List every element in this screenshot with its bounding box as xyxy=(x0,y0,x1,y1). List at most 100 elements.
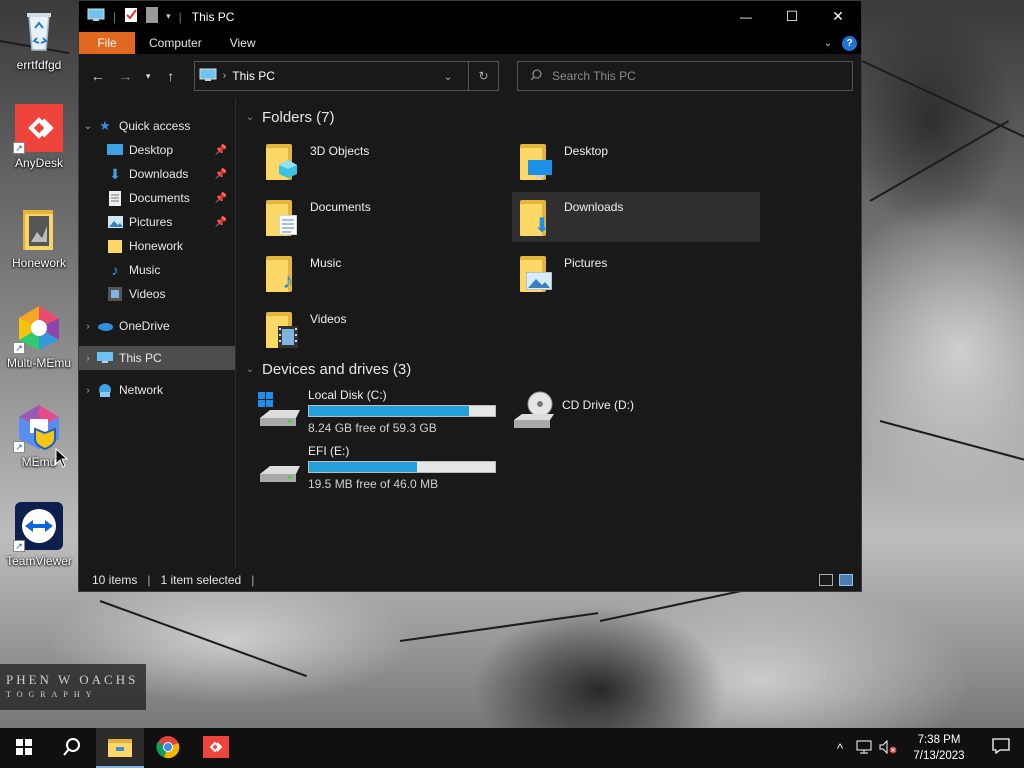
clock-date: 7/13/2023 xyxy=(913,750,965,762)
new-folder-icon[interactable] xyxy=(146,7,159,26)
start-button[interactable] xyxy=(0,728,48,768)
nav-documents[interactable]: Documents 📌 xyxy=(79,186,235,210)
minimize-button[interactable]: — xyxy=(723,1,769,32)
address-dropdown-chevron-icon[interactable]: ⌄ xyxy=(434,70,462,83)
folder-music[interactable]: ♪ Music xyxy=(258,248,512,298)
tab-computer[interactable]: Computer xyxy=(135,32,216,54)
close-button[interactable]: ✕ xyxy=(815,1,861,32)
large-icons-view-icon[interactable] xyxy=(839,574,853,586)
music-note-icon: ♪ xyxy=(111,262,119,278)
search-box[interactable]: Search This PC xyxy=(516,61,853,91)
desktop-icon-teamviewer[interactable]: ↗ TeamViewer xyxy=(1,502,77,568)
forward-button[interactable]: → xyxy=(115,65,137,87)
network-icon xyxy=(97,382,113,398)
nav-onedrive[interactable]: › OneDrive xyxy=(79,314,235,338)
title-bar[interactable]: | ▾ | This PC — ☐ ✕ xyxy=(79,1,861,32)
refresh-icon[interactable]: ↻ xyxy=(467,62,498,90)
desktop-icon-recycle-bin[interactable]: errtfdfgd xyxy=(1,6,77,72)
taskbar-anydesk[interactable] xyxy=(192,728,240,768)
recent-locations-button[interactable]: ▾ xyxy=(142,65,154,87)
desktop-icon-anydesk[interactable]: ↗ AnyDesk xyxy=(1,104,77,170)
tab-view[interactable]: View xyxy=(216,32,270,54)
nav-this-pc[interactable]: › This PC xyxy=(79,346,235,370)
desktop-icon-multi-memu[interactable]: ↗ Multi-MEmu xyxy=(1,304,77,370)
file-explorer-window: | ▾ | This PC — ☐ ✕ File Computer View ⌄… xyxy=(78,0,862,592)
collapsed-chevron-icon[interactable]: › xyxy=(79,353,97,364)
folder-downloads[interactable]: ⬇ Downloads xyxy=(512,192,760,242)
taskbar-file-explorer[interactable] xyxy=(96,728,144,768)
nav-videos[interactable]: Videos xyxy=(79,282,235,306)
desktop-icon-honework[interactable]: Honework xyxy=(1,204,77,270)
folder-3d-objects[interactable]: 3D Objects xyxy=(258,136,512,186)
collapsed-chevron-icon[interactable]: › xyxy=(79,385,97,396)
pin-icon: 📌 xyxy=(214,192,227,204)
nav-label: Downloads xyxy=(129,167,189,181)
address-field[interactable]: › This PC ⌄ ↻ xyxy=(193,61,499,91)
maximize-button[interactable]: ☐ xyxy=(769,1,815,32)
folders-group-header[interactable]: ⌄ Folders (7) xyxy=(244,106,861,128)
3d-objects-folder-icon xyxy=(262,140,302,180)
taskbar-chrome[interactable] xyxy=(144,728,192,768)
up-button[interactable]: ↑ xyxy=(160,65,182,87)
drive-local-disk-c[interactable]: Local Disk (C:) 8.24 GB free of 59.3 GB xyxy=(258,386,512,438)
drive-free-space: 19.5 MB free of 46.0 MB xyxy=(308,477,439,491)
nav-desktop[interactable]: Desktop 📌 xyxy=(79,138,235,162)
multi-memu-icon: ↗ xyxy=(13,304,63,354)
folder-name: Videos xyxy=(310,312,347,326)
group-chevron-icon[interactable]: ⌄ xyxy=(244,112,256,123)
folder-name: 3D Objects xyxy=(310,144,370,158)
search-button[interactable] xyxy=(48,728,96,768)
drive-cd-d[interactable]: CD Drive (D:) xyxy=(512,386,766,438)
nav-network[interactable]: › Network xyxy=(79,378,235,402)
group-chevron-icon[interactable]: ⌄ xyxy=(244,364,256,375)
nav-downloads[interactable]: ⬇ Downloads 📌 xyxy=(79,162,235,186)
expand-ribbon-chevron-icon[interactable]: ⌄ xyxy=(824,38,832,49)
customize-qa-chevron-icon[interactable]: ▾ xyxy=(166,11,171,22)
notifications-icon xyxy=(992,738,1010,758)
drive-efi-e[interactable]: EFI (E:) 19.5 MB free of 46.0 MB xyxy=(258,442,512,494)
forward-arrow-icon: → xyxy=(118,68,133,84)
properties-icon[interactable] xyxy=(124,7,138,26)
this-pc-icon xyxy=(97,350,113,366)
breadcrumb-chevron-icon[interactable]: › xyxy=(223,70,227,82)
pin-icon: 📌 xyxy=(214,144,227,156)
expanded-chevron-icon[interactable]: ⌄ xyxy=(79,121,97,132)
folder-pictures[interactable]: Pictures xyxy=(512,248,766,298)
this-pc-icon xyxy=(199,68,217,85)
folder-desktop[interactable]: Desktop xyxy=(512,136,766,186)
status-bar: 10 items | 1 item selected | xyxy=(79,569,861,591)
breadcrumb-this-pc[interactable]: This PC xyxy=(232,69,275,83)
collapsed-chevron-icon[interactable]: › xyxy=(79,321,97,332)
nav-honework[interactable]: Honework xyxy=(79,234,235,258)
back-button[interactable]: ← xyxy=(87,65,109,87)
folder-name: Documents xyxy=(310,200,371,214)
up-arrow-icon: ↑ xyxy=(167,68,175,84)
action-center-button[interactable] xyxy=(978,738,1024,758)
pin-icon: 📌 xyxy=(214,168,227,180)
download-arrow-icon: ⬇ xyxy=(109,165,121,182)
item-count: 10 items xyxy=(92,573,138,587)
help-icon[interactable]: ? xyxy=(842,35,857,51)
nav-label: This PC xyxy=(119,351,162,365)
drive-icon xyxy=(258,444,302,488)
tab-file[interactable]: File xyxy=(79,32,135,54)
nav-quick-access[interactable]: ⌄ ★ Quick access xyxy=(79,114,235,138)
clock[interactable]: 7:38 PM 7/13/2023 xyxy=(900,732,978,764)
volume-muted-icon[interactable] xyxy=(876,739,900,757)
folder-name: Music xyxy=(310,256,342,270)
folder-videos[interactable]: Videos xyxy=(258,304,512,354)
mouse-cursor-icon xyxy=(55,448,69,468)
photographer-watermark: PHEN W OACHS TOGRAPHY xyxy=(0,664,146,710)
close-icon: ✕ xyxy=(832,8,844,24)
folder-documents[interactable]: Documents xyxy=(258,192,512,242)
network-icon[interactable] xyxy=(852,740,876,757)
file-explorer-icon xyxy=(108,737,132,760)
details-view-icon[interactable] xyxy=(819,574,833,586)
nav-pictures[interactable]: Pictures 📌 xyxy=(79,210,235,234)
chrome-icon xyxy=(156,735,180,762)
nav-music[interactable]: ♪ Music xyxy=(79,258,235,282)
drives-group-header[interactable]: ⌄ Devices and drives (3) xyxy=(244,358,861,380)
windows-logo-icon xyxy=(16,738,32,758)
show-hidden-icons-chevron-icon[interactable]: ^ xyxy=(828,741,852,756)
group-title: Folders (7) xyxy=(262,108,335,126)
